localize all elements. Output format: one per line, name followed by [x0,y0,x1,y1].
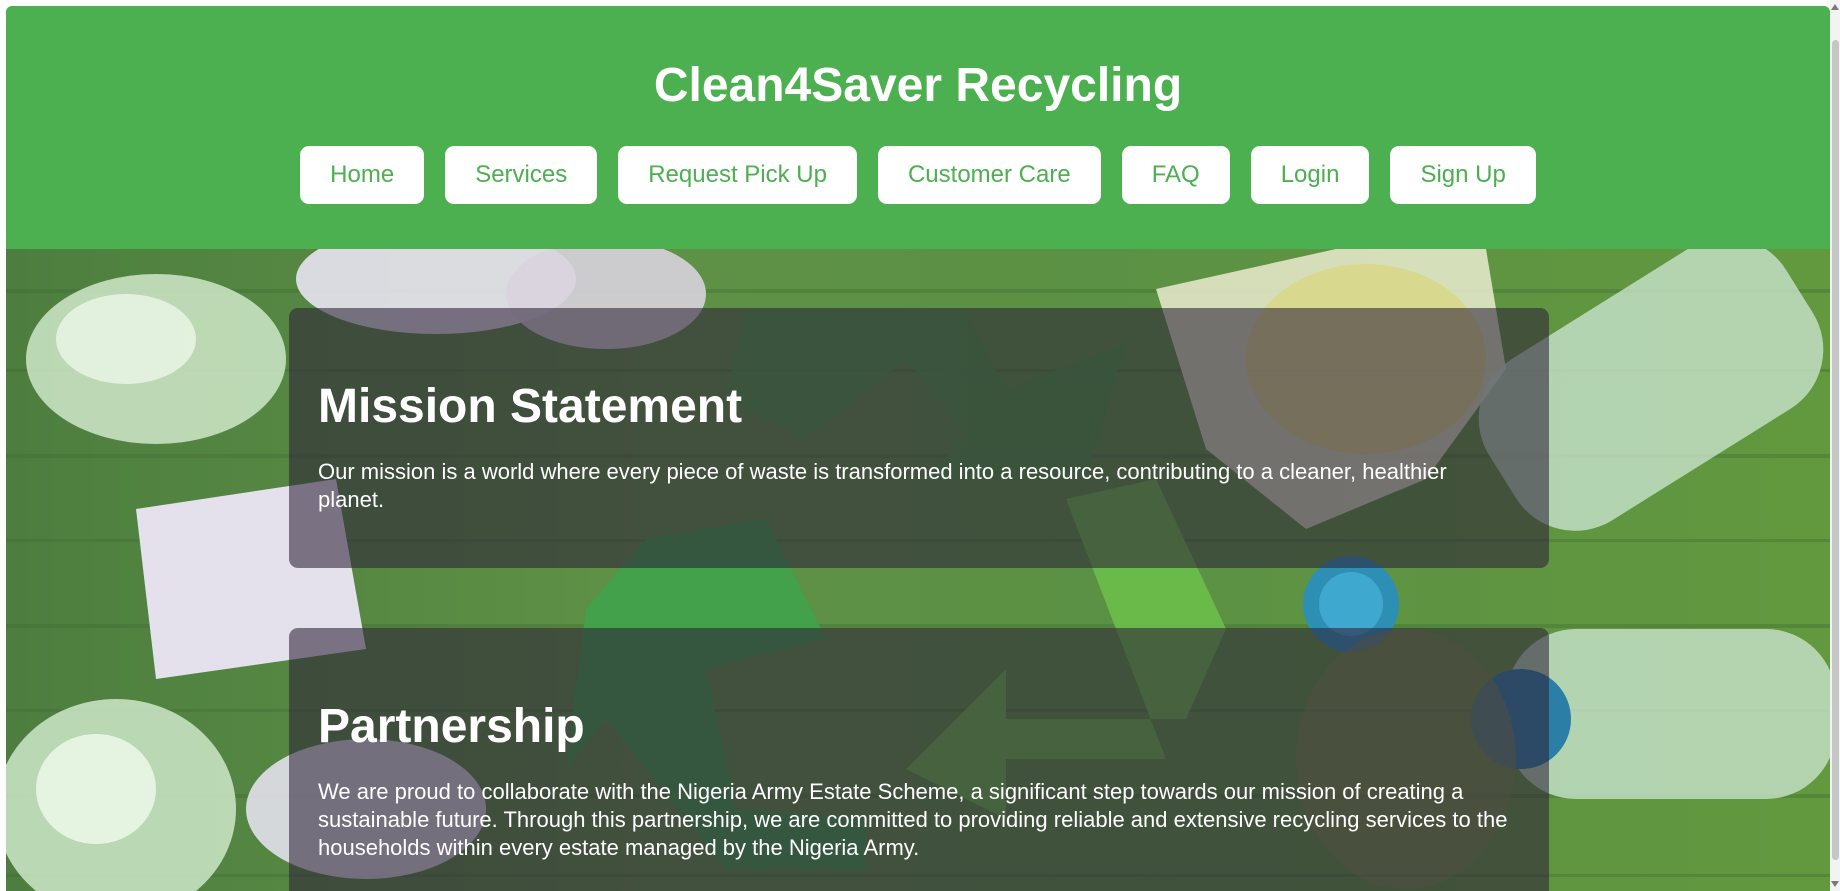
nav-faq-button[interactable]: FAQ [1121,146,1230,204]
nav-home-button[interactable]: Home [300,146,425,204]
nav-services-button[interactable]: Services [445,146,598,204]
nav-login-button[interactable]: Login [1250,146,1370,204]
scroll-up-icon[interactable] [1831,4,1839,10]
site-header: Clean4Saver Recycling Home Services Requ… [6,6,1830,249]
site-title: Clean4Saver Recycling [653,59,1183,112]
page: Clean4Saver Recycling Home Services Requ… [0,0,1840,891]
vertical-scrollbar[interactable] [1830,0,1840,891]
scroll-down-icon[interactable] [1831,881,1839,887]
partnership-text: We are proud to collaborate with the Nig… [318,779,1508,860]
scrollbar-thumb[interactable] [1832,40,1839,860]
hero-section: Mission Statement Our mission is a world… [6,249,1830,891]
nav-request-pickup-button[interactable]: Request Pick Up [618,146,857,204]
partnership-heading: Partnership [318,700,585,753]
nav-customer-care-button[interactable]: Customer Care [877,146,1101,204]
main-nav: Home Services Request Pick Up Customer C… [6,146,1830,204]
mission-text: Our mission is a world where every piece… [318,459,1447,512]
partnership-card: Partnership We are proud to collaborate … [289,628,1549,891]
mission-card: Mission Statement Our mission is a world… [289,308,1549,568]
mission-heading: Mission Statement [318,380,743,433]
nav-signup-button[interactable]: Sign Up [1390,146,1536,204]
